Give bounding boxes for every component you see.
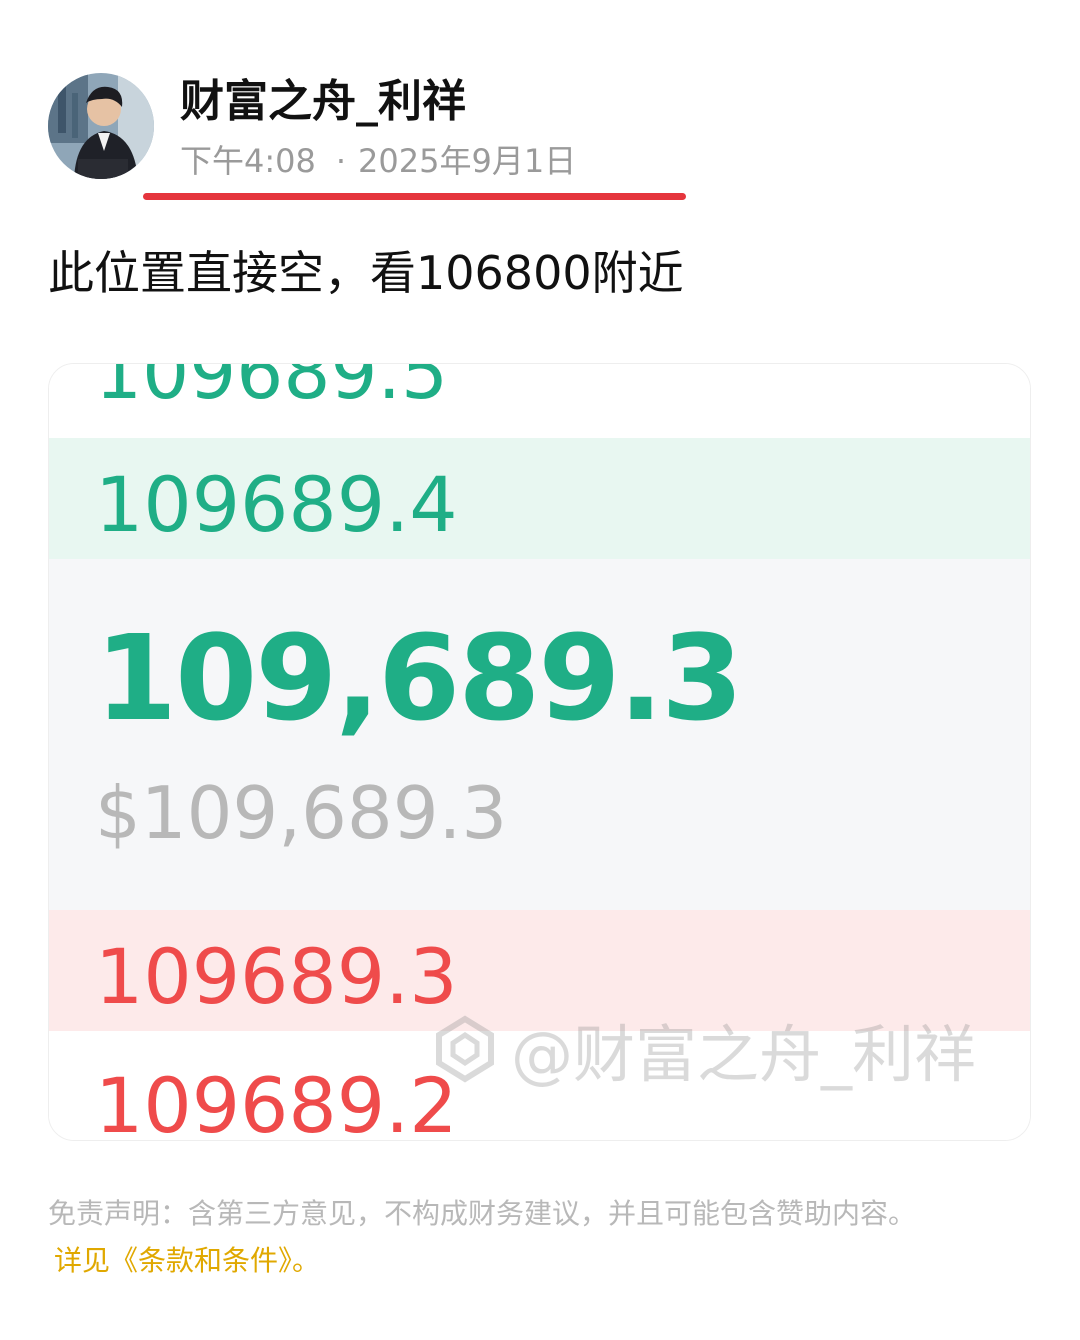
post-body-text: 此位置直接空，看106800附近 xyxy=(48,246,684,300)
bid-price-2: 109689.2 xyxy=(95,1061,458,1141)
ask-price-partial: 109689.5 xyxy=(95,363,449,416)
post-date: 2025年9月1日 xyxy=(358,142,577,180)
ask-price: 109689.4 xyxy=(95,460,458,549)
last-price-usd: $109,689.3 xyxy=(95,771,508,855)
post-time: 下午4:08 xyxy=(180,142,316,180)
order-book-row-ask-1: 109689.4 xyxy=(49,438,1030,559)
order-book-row-ask-2: 109689.5 xyxy=(49,364,1030,438)
post-timestamp: 下午4:08 · 2025年9月1日 xyxy=(180,140,576,182)
author-avatar[interactable] xyxy=(48,73,154,179)
post-image[interactable]: 109689.5 109689.4 109,689.3 $109,689.3 1… xyxy=(48,363,1031,1141)
last-price: 109,689.3 xyxy=(95,609,743,747)
order-book-last-price: 109,689.3 $109,689.3 xyxy=(49,559,1030,910)
bid-price: 109689.3 xyxy=(95,932,458,1021)
meta-separator: · xyxy=(335,142,347,180)
annotation-underline xyxy=(143,193,686,200)
author-name[interactable]: 财富之舟_利祥 xyxy=(180,76,466,128)
watermark-logo-icon xyxy=(436,1015,494,1083)
terms-and-conditions-link[interactable]: 详见《条款和条件》。 xyxy=(54,1241,320,1281)
image-watermark: @财富之舟_利祥 xyxy=(429,1004,976,1094)
watermark-text: @财富之舟_利祥 xyxy=(511,1018,977,1091)
disclaimer-text: 免责声明：含第三方意见，不构成财务建议，并且可能包含赞助内容。 xyxy=(48,1197,917,1230)
